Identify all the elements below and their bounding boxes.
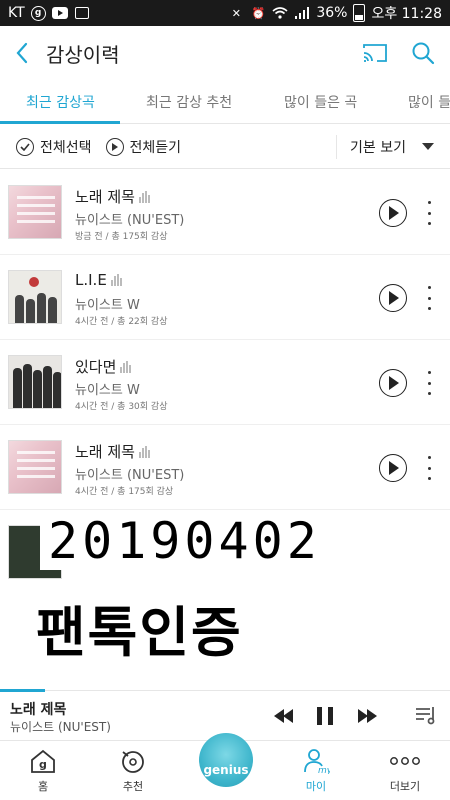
more-dots-icon: [390, 757, 420, 765]
nav-recommend-label: 추천: [122, 780, 144, 793]
previous-button[interactable]: [272, 705, 296, 727]
equalizer-icon: [138, 190, 150, 203]
play-circle-icon: [105, 137, 124, 156]
toolbar-divider: [336, 135, 337, 159]
status-bar: KT g ✕ ⏰ 36% 오후 11:28: [0, 0, 450, 26]
now-playing-title: 노래 제목: [10, 702, 67, 718]
song-artist: 뉴이스트 (NU'EST): [75, 468, 185, 483]
song-artist: 뉴이스트 W: [75, 298, 140, 313]
next-icon: [356, 705, 380, 727]
now-playing-artist: 뉴이스트 (NU'EST): [10, 720, 111, 734]
battery-percent: 36%: [316, 5, 348, 21]
my-icon: my: [304, 749, 330, 774]
alarm-icon: ⏰: [251, 6, 266, 20]
playlist-icon: [416, 707, 435, 725]
pause-button[interactable]: [317, 705, 333, 727]
view-mode-label: 기본 보기: [350, 139, 406, 156]
more-options-button[interactable]: [424, 201, 434, 225]
active-tab-indicator: [0, 121, 120, 124]
song-artist: 뉴이스트 W: [75, 383, 140, 398]
song-title: 있다면: [75, 358, 117, 376]
nav-my[interactable]: my 마이: [281, 741, 351, 800]
list-item[interactable]: L.I.E 뉴이스트 W 4시간 전 / 총 22회 감상: [0, 255, 450, 340]
search-button[interactable]: [408, 38, 438, 68]
chevron-left-icon: [16, 42, 28, 64]
play-all-label: 전체듣기: [129, 139, 182, 156]
check-circle-icon: [16, 137, 34, 156]
search-icon: [412, 42, 435, 65]
previous-icon: [272, 705, 296, 727]
view-mode-dropdown[interactable]: 기본 보기: [350, 137, 434, 157]
nav-recommend[interactable]: 추천: [98, 741, 168, 800]
select-all-button[interactable]: 전체선택: [16, 137, 92, 157]
song-title: 노래 제목: [75, 188, 135, 206]
nav-home[interactable]: g 홈: [8, 741, 78, 800]
home-icon: g: [31, 749, 55, 773]
list-item[interactable]: 노래 제목 뉴이스트 (NU'EST) 방금 전 / 총 175회 감상: [0, 170, 450, 255]
play-button[interactable]: [379, 454, 407, 482]
list-item[interactable]: 노래 제목 뉴이스트 (NU'EST) 4시간 전 / 총 175회 감상: [0, 425, 450, 510]
nav-my-label: 마이: [305, 780, 327, 793]
equalizer-icon: [110, 274, 122, 286]
next-button[interactable]: [356, 705, 380, 727]
song-title: L.I.E: [75, 271, 107, 289]
pause-icon: [317, 707, 333, 725]
nav-more[interactable]: 더보기: [370, 741, 440, 800]
play-button[interactable]: [379, 284, 407, 312]
date-overlay: 20190402: [40, 512, 329, 570]
signal-icon: [294, 6, 310, 20]
screen-notification-icon: [74, 6, 90, 20]
tab-most-played-more[interactable]: 많이 들: [408, 80, 450, 124]
tab-recent-recommend[interactable]: 최근 감상 추천: [146, 80, 232, 124]
app-header: 감상이력: [0, 26, 450, 80]
nav-home-label: 홈: [37, 780, 49, 793]
carrier-label: KT: [8, 5, 25, 21]
album-art: [8, 355, 62, 409]
equalizer-icon: [138, 445, 150, 458]
caret-down-icon: [422, 143, 434, 150]
cast-icon: [363, 44, 387, 62]
album-art: [8, 185, 62, 239]
song-play-history: 방금 전 / 총 175회 감상: [75, 232, 168, 242]
song-play-history: 4시간 전 / 총 175회 감상: [75, 487, 174, 497]
nav-more-label: 더보기: [389, 780, 421, 793]
song-artist: 뉴이스트 (NU'EST): [75, 213, 185, 228]
page-title: 감상이력: [46, 42, 120, 67]
battery-icon: [353, 4, 366, 22]
back-button[interactable]: [0, 26, 44, 80]
album-art: [8, 440, 62, 494]
wifi-icon: [272, 6, 288, 20]
youtube-notification-icon: [51, 6, 68, 20]
play-all-button[interactable]: 전체듣기: [105, 137, 182, 157]
playlist-button[interactable]: [414, 703, 438, 727]
select-all-label: 전체선택: [40, 139, 92, 156]
tab-most-played[interactable]: 많이 들은 곡: [284, 80, 357, 124]
player-progress-bar[interactable]: [0, 689, 45, 692]
more-options-button[interactable]: [424, 286, 434, 310]
tab-bar: 최근 감상곡 최근 감상 추천 많이 들은 곡 많이 들: [0, 80, 450, 124]
caption-overlay: 팬톡인증: [36, 601, 243, 664]
genius-button[interactable]: genius: [199, 733, 253, 787]
genie-notification-icon: g: [30, 5, 46, 21]
album-art: [8, 270, 62, 324]
clock: 오후 11:28: [371, 6, 442, 22]
play-button[interactable]: [379, 369, 407, 397]
mute-icon: ✕: [231, 6, 241, 20]
svg-text:my: my: [318, 766, 330, 774]
disc-icon: [122, 751, 144, 773]
song-play-history: 4시간 전 / 총 30회 감상: [75, 402, 168, 412]
cast-button[interactable]: [360, 38, 390, 68]
svg-text:g: g: [39, 758, 47, 771]
tab-recent-songs[interactable]: 최근 감상곡: [26, 80, 95, 124]
bottom-navigation: g 홈 추천 genius my 마이 더보기: [0, 733, 450, 800]
more-options-button[interactable]: [424, 371, 434, 395]
more-options-button[interactable]: [424, 456, 434, 480]
song-play-history: 4시간 전 / 총 22회 감상: [75, 317, 168, 327]
genius-label: genius: [203, 763, 249, 777]
play-button[interactable]: [379, 199, 407, 227]
song-title: 노래 제목: [75, 443, 135, 461]
equalizer-icon: [120, 360, 132, 373]
selection-toolbar: 전체선택 전체듣기 기본 보기: [0, 125, 450, 169]
list-item[interactable]: 있다면 뉴이스트 W 4시간 전 / 총 30회 감상: [0, 340, 450, 425]
